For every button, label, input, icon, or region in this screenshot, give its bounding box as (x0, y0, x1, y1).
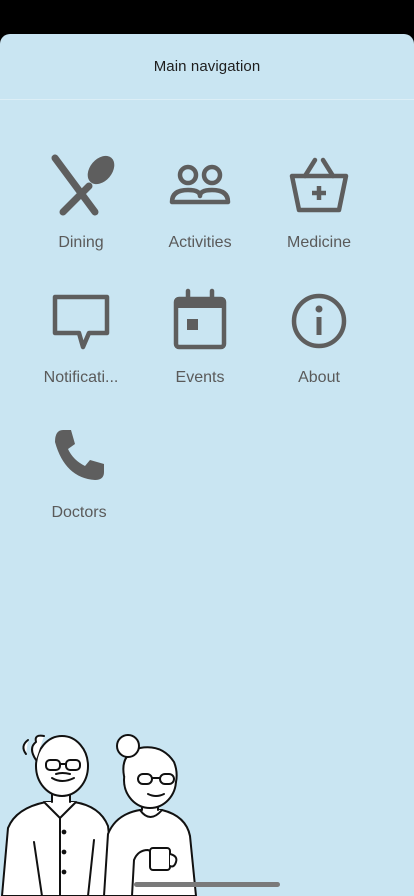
menu-item-doctors[interactable]: Doctors (19, 414, 139, 534)
menu-item-notifications[interactable]: Notificati... (21, 279, 141, 399)
menu-item-dining[interactable]: Dining (21, 144, 141, 264)
status-bar (0, 0, 414, 34)
menu-item-label: Activities (168, 234, 232, 251)
calendar-icon (164, 285, 236, 357)
menu-item-about[interactable]: About (259, 279, 379, 399)
menu-item-label: Notificati... (43, 369, 119, 386)
phone-icon (43, 420, 115, 492)
menu-item-medicine[interactable]: Medicine (259, 144, 379, 264)
menu-item-label: Medicine (286, 234, 352, 251)
menu-item-label: Dining (58, 234, 104, 251)
navigation-sheet: Main navigation Dining Activities Medici… (0, 34, 414, 896)
info-icon (283, 285, 355, 357)
menu-item-label: Events (175, 369, 225, 386)
home-indicator (134, 882, 280, 887)
menu-item-label: About (298, 369, 340, 386)
chat-bubble-icon (45, 285, 117, 357)
nav-header: Main navigation (0, 34, 414, 100)
elderly-couple-illustration (0, 710, 240, 896)
people-icon (164, 150, 236, 222)
medical-basket-icon (283, 150, 355, 222)
menu-item-activities[interactable]: Activities (140, 144, 260, 264)
page-title: Main navigation (153, 58, 261, 75)
fork-spoon-icon (45, 150, 117, 222)
menu-item-label: Doctors (51, 504, 107, 521)
menu-item-events[interactable]: Events (140, 279, 260, 399)
